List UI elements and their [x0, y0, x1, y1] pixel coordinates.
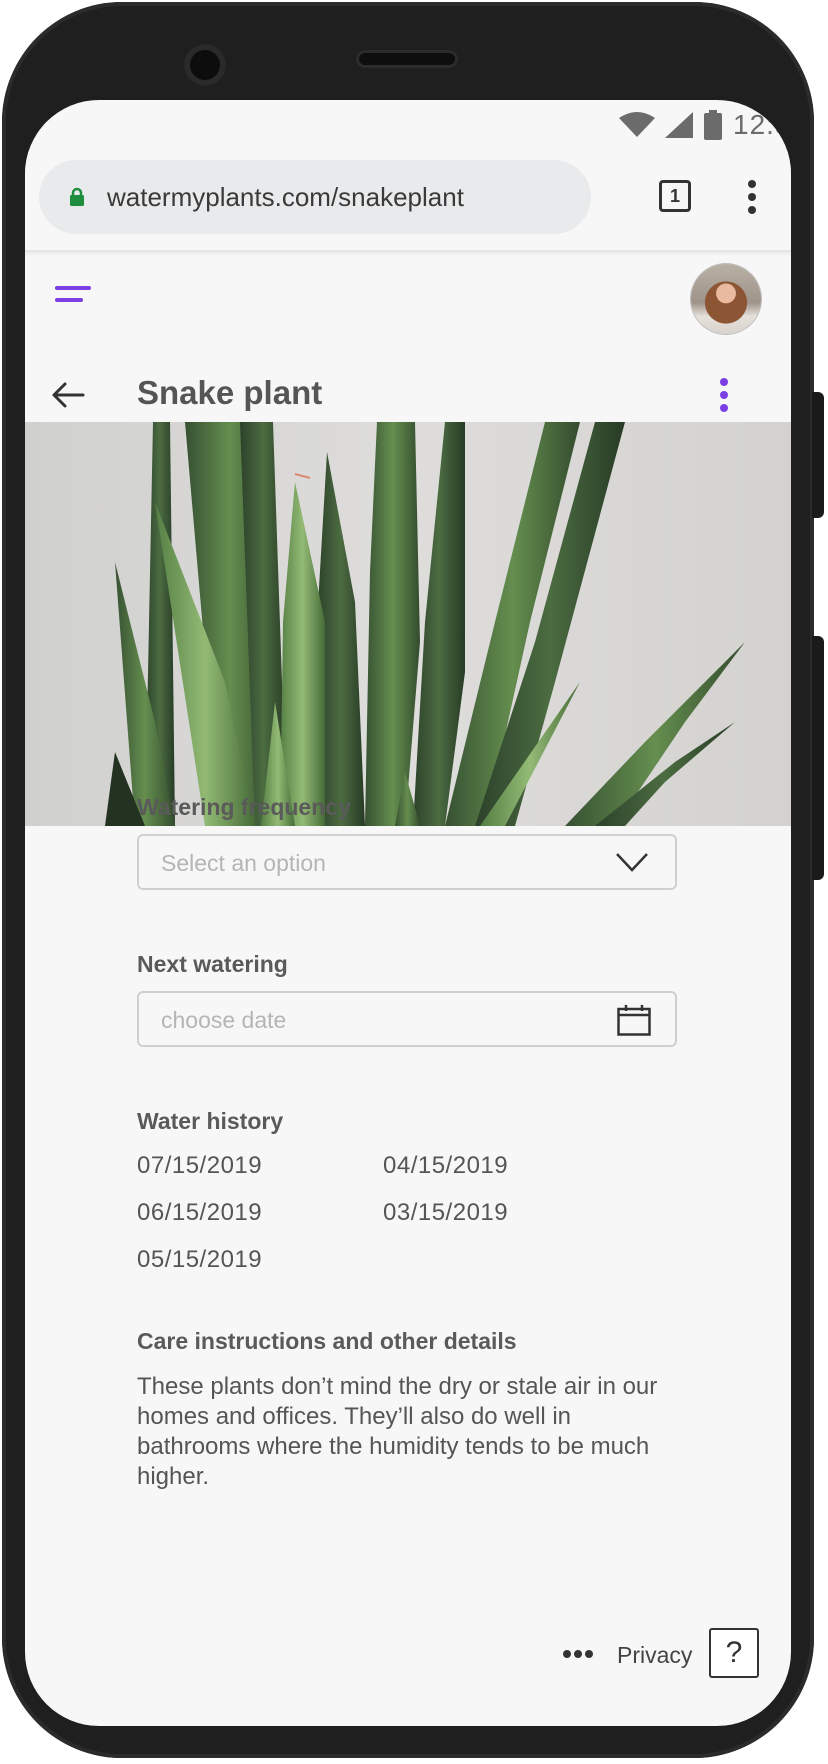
status-time: 12:30	[733, 109, 791, 140]
address-bar[interactable]: watermyplants.com/snakeplant	[39, 160, 591, 234]
next-watering-date-field[interactable]: choose date	[137, 991, 677, 1047]
lock-icon	[70, 187, 84, 206]
next-watering-label: Next watering	[137, 951, 288, 977]
footer: Privacy ?	[25, 1628, 791, 1688]
tab-switcher-button[interactable]: 1	[659, 180, 691, 212]
avatar[interactable]	[691, 264, 761, 334]
help-button[interactable]: ?	[709, 1628, 759, 1678]
status-bar: 12:30	[25, 100, 791, 150]
watering-frequency-placeholder: Select an option	[161, 850, 326, 876]
volume-button	[812, 392, 824, 518]
history-date: 05/15/2019	[137, 1246, 263, 1273]
power-button	[812, 636, 824, 880]
cellular-signal-icon	[665, 112, 693, 138]
screen: 12:30 watermyplants.com/snakeplant 1 Sna…	[25, 100, 791, 1726]
more-options-icon[interactable]	[719, 378, 729, 414]
care-instructions-label: Care instructions and other details	[137, 1328, 517, 1354]
battery-icon	[704, 110, 722, 140]
chevron-down-icon	[616, 853, 648, 872]
care-instructions-text: These plants don’t mind the dry or stale…	[137, 1373, 658, 1490]
watering-frequency-label: Watering frequency	[137, 794, 351, 820]
calendar-icon[interactable]	[617, 1004, 651, 1036]
history-date: 07/15/2019	[137, 1152, 263, 1179]
hamburger-menu-icon[interactable]	[55, 286, 95, 316]
privacy-link[interactable]: Privacy	[617, 1642, 692, 1669]
history-date: 06/15/2019	[137, 1199, 263, 1226]
wifi-icon	[619, 112, 655, 137]
water-history-label: Water history	[137, 1108, 284, 1134]
browser-toolbar: watermyplants.com/snakeplant 1	[25, 150, 791, 252]
plant-photo	[25, 422, 791, 826]
front-camera	[184, 44, 226, 86]
page-title: Snake plant	[137, 374, 323, 411]
browser-menu-icon[interactable]	[747, 180, 757, 214]
more-horizontal-icon[interactable]	[563, 1650, 593, 1660]
back-arrow-icon[interactable]	[51, 380, 85, 410]
url-text: watermyplants.com/snakeplant	[107, 181, 464, 212]
next-watering-placeholder: choose date	[161, 1007, 287, 1033]
history-date: 04/15/2019	[383, 1152, 509, 1179]
watering-frequency-select[interactable]: Select an option	[137, 834, 677, 890]
history-date: 03/15/2019	[383, 1199, 509, 1226]
earpiece-speaker	[356, 50, 458, 68]
